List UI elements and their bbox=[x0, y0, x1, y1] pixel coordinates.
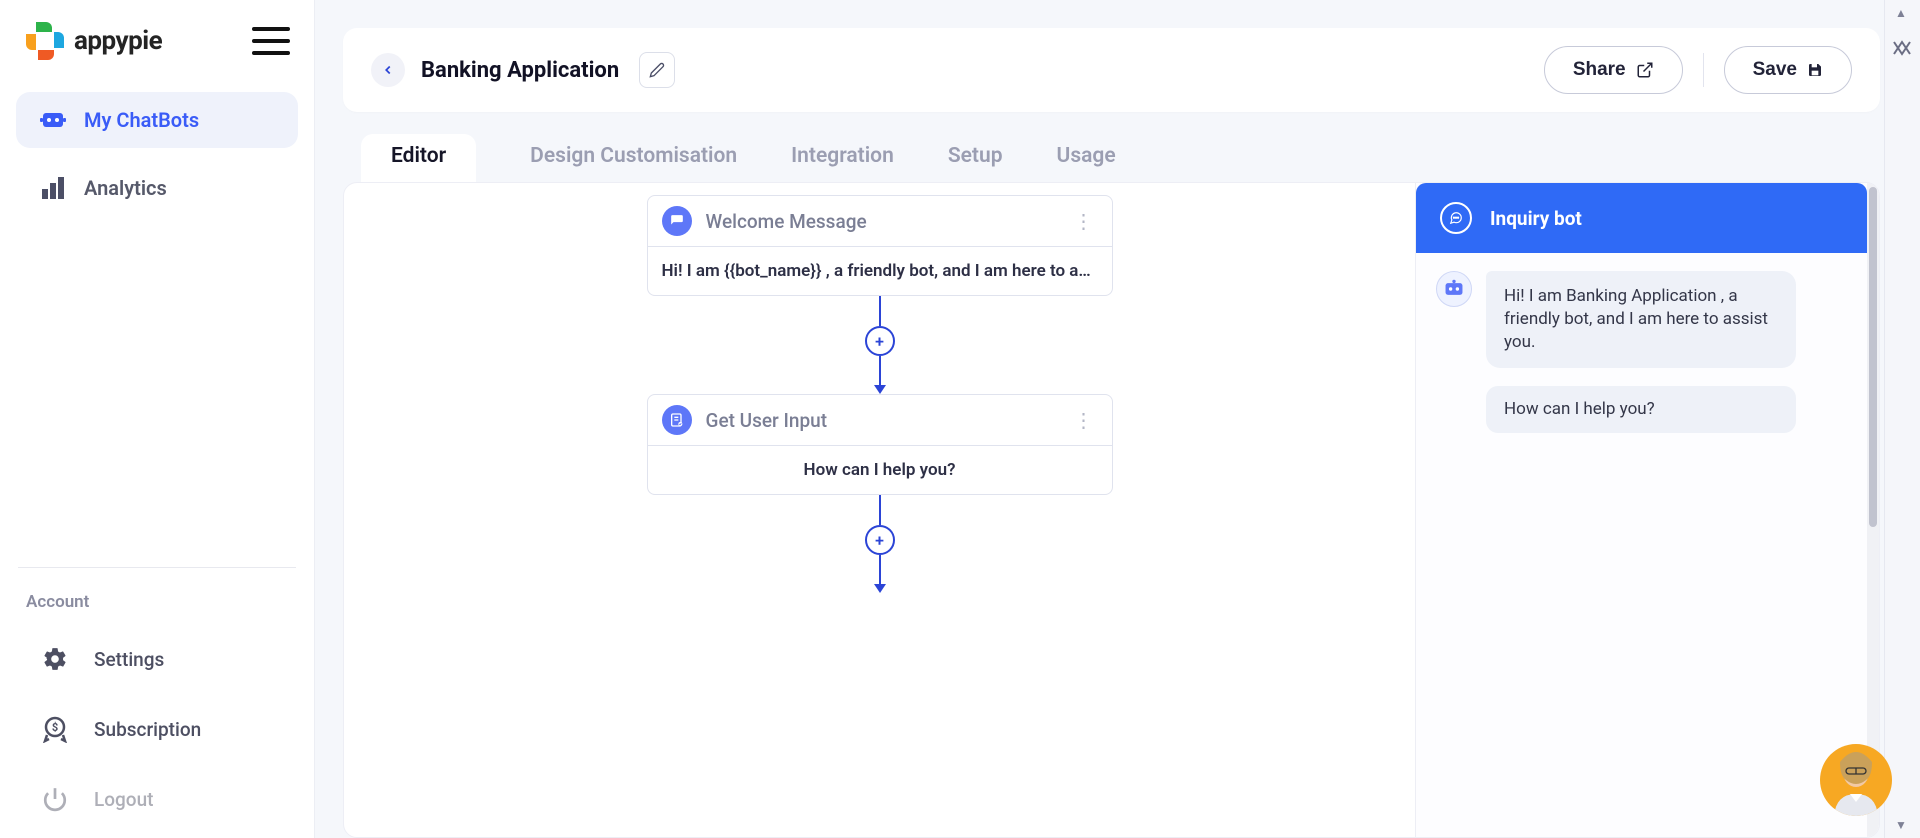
node-body: How can I help you? bbox=[648, 445, 1112, 494]
tab-label: Editor bbox=[391, 144, 446, 168]
brand-logo[interactable]: appypie bbox=[24, 20, 162, 62]
account-item-settings[interactable]: Settings bbox=[12, 628, 302, 690]
preview-title: Inquiry bot bbox=[1490, 207, 1582, 230]
tab-label: Integration bbox=[791, 144, 894, 168]
preview-body: Hi! I am Banking Application , a friendl… bbox=[1416, 253, 1867, 451]
flow-node-welcome[interactable]: Welcome Message ⋮ Hi! I am {{bot_name}} … bbox=[647, 195, 1113, 296]
share-button[interactable]: Share bbox=[1544, 46, 1683, 94]
tab-design[interactable]: Design Customisation bbox=[530, 134, 737, 182]
topbar-right: Share Save bbox=[1544, 46, 1852, 94]
preview-message-text: How can I help you? bbox=[1486, 386, 1796, 433]
pencil-icon bbox=[649, 62, 665, 78]
tab-usage[interactable]: Usage bbox=[1057, 134, 1116, 182]
scroll-down-icon[interactable]: ▼ bbox=[1895, 818, 1907, 832]
chat-bubble-icon bbox=[1440, 202, 1472, 234]
topbar: Banking Application Share Save bbox=[343, 28, 1880, 112]
divider bbox=[1703, 53, 1704, 87]
person-avatar-icon bbox=[1826, 748, 1886, 816]
chatbot-icon bbox=[40, 108, 66, 132]
save-button[interactable]: Save bbox=[1724, 46, 1852, 94]
page-title: Banking Application bbox=[421, 58, 619, 83]
edit-title-button[interactable] bbox=[639, 52, 675, 88]
comment-icon bbox=[662, 206, 692, 236]
save-icon bbox=[1807, 62, 1823, 78]
chat-preview: Inquiry bot Hi! I am Banking Application… bbox=[1415, 183, 1879, 837]
preview-message: How can I help you? bbox=[1436, 386, 1847, 433]
preview-message: Hi! I am Banking Application , a friendl… bbox=[1436, 271, 1847, 368]
brand-logo-text: appypie bbox=[74, 26, 162, 56]
share-button-label: Share bbox=[1573, 59, 1626, 81]
topbar-left: Banking Application bbox=[371, 52, 675, 88]
sidebar: appypie My ChatBots Analytics Accoun bbox=[0, 0, 315, 838]
svg-text:$: $ bbox=[52, 721, 58, 734]
form-icon bbox=[662, 405, 692, 435]
node-menu-button[interactable]: ⋮ bbox=[1070, 209, 1098, 233]
workspace: Welcome Message ⋮ Hi! I am {{bot_name}} … bbox=[343, 182, 1880, 838]
node-menu-button[interactable]: ⋮ bbox=[1070, 408, 1098, 432]
arrow-down-icon bbox=[874, 385, 886, 394]
nav-item-label: Analytics bbox=[84, 176, 167, 200]
tab-label: Design Customisation bbox=[530, 144, 737, 168]
node-header: Welcome Message ⋮ bbox=[648, 196, 1112, 246]
tab-label: Usage bbox=[1057, 144, 1116, 168]
tabs: Editor Design Customisation Integration … bbox=[343, 112, 1880, 182]
nav-item-analytics[interactable]: Analytics bbox=[16, 160, 298, 216]
sidebar-header: appypie bbox=[12, 20, 302, 92]
preview-message-text: Hi! I am Banking Application , a friendl… bbox=[1486, 271, 1796, 368]
node-body: Hi! I am {{bot_name}} , a friendly bot, … bbox=[648, 246, 1112, 295]
right-rail: ▲ ▼ bbox=[1884, 0, 1920, 838]
flow-node-user-input[interactable]: Get User Input ⋮ How can I help you? bbox=[647, 394, 1113, 495]
support-chat-launcher[interactable] bbox=[1820, 744, 1892, 816]
rail-action-icon[interactable] bbox=[1890, 36, 1916, 62]
main: Banking Application Share Save Editor De bbox=[315, 0, 1920, 838]
add-node-button[interactable]: + bbox=[865, 525, 895, 555]
account-item-label: Subscription bbox=[94, 718, 201, 741]
account-item-label: Logout bbox=[94, 788, 154, 811]
account-item-logout[interactable]: Logout bbox=[12, 768, 302, 830]
flow-connector: + bbox=[865, 495, 895, 593]
tab-integration[interactable]: Integration bbox=[791, 134, 894, 182]
bot-avatar-icon bbox=[1436, 271, 1472, 307]
share-icon bbox=[1636, 61, 1654, 79]
scroll-up-icon[interactable]: ▲ bbox=[1895, 6, 1907, 20]
flow-canvas[interactable]: Welcome Message ⋮ Hi! I am {{bot_name}} … bbox=[344, 183, 1415, 837]
account-item-label: Settings bbox=[94, 648, 164, 671]
add-node-button[interactable]: + bbox=[865, 326, 895, 356]
sidebar-toggle[interactable] bbox=[252, 27, 290, 55]
node-title: Welcome Message bbox=[706, 210, 1056, 233]
node-title: Get User Input bbox=[706, 409, 1056, 432]
subscription-icon: $ bbox=[40, 714, 70, 744]
flow-connector: + bbox=[865, 296, 895, 394]
arrow-down-icon bbox=[874, 584, 886, 593]
preview-header: Inquiry bot bbox=[1416, 183, 1867, 253]
power-icon bbox=[40, 784, 70, 814]
nav-item-label: My ChatBots bbox=[84, 108, 199, 132]
tab-label: Setup bbox=[948, 144, 1003, 168]
node-header: Get User Input ⋮ bbox=[648, 395, 1112, 445]
nav: My ChatBots Analytics bbox=[12, 92, 302, 228]
tab-editor[interactable]: Editor bbox=[361, 134, 476, 182]
brand-logo-mark bbox=[24, 20, 68, 62]
account-item-subscription[interactable]: $ Subscription bbox=[12, 698, 302, 760]
sidebar-divider bbox=[18, 567, 296, 568]
save-button-label: Save bbox=[1753, 59, 1797, 81]
back-button[interactable] bbox=[371, 53, 405, 87]
account-section-label: Account bbox=[12, 592, 302, 628]
tab-setup[interactable]: Setup bbox=[948, 134, 1003, 182]
preview-scrollbar[interactable] bbox=[1867, 183, 1879, 837]
flow: Welcome Message ⋮ Hi! I am {{bot_name}} … bbox=[344, 195, 1415, 593]
nav-item-my-chatbots[interactable]: My ChatBots bbox=[16, 92, 298, 148]
chevron-left-icon bbox=[381, 63, 395, 77]
analytics-icon bbox=[40, 176, 66, 200]
gear-icon bbox=[40, 644, 70, 674]
